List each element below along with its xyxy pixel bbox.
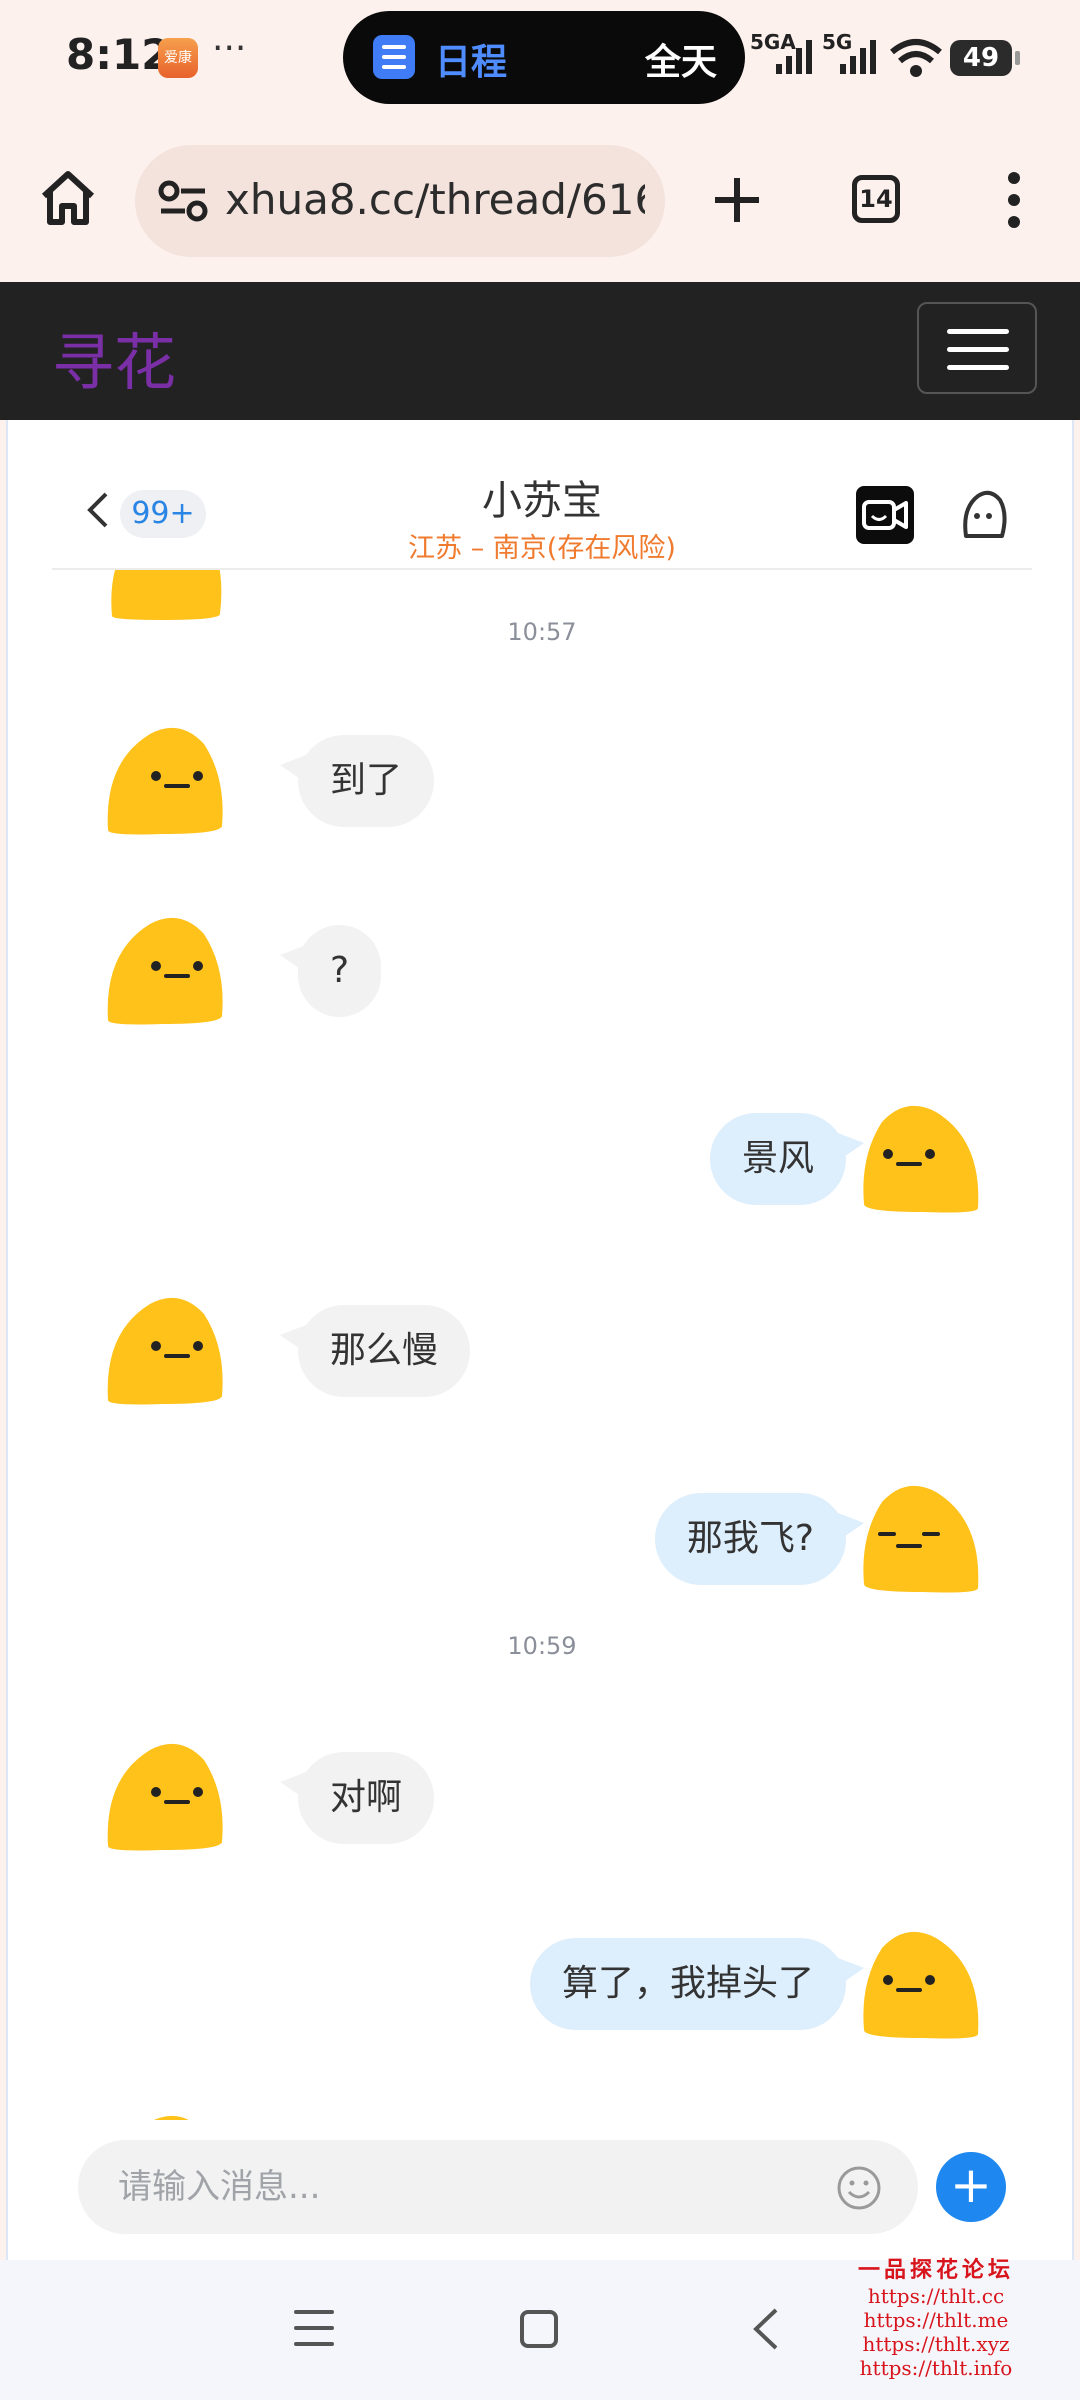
user-profile-icon[interactable]	[956, 486, 1010, 544]
home-icon[interactable]	[36, 166, 100, 230]
incoming-message-bubble[interactable]: 到了	[279, 735, 435, 827]
calendar-icon	[373, 35, 415, 79]
dynamic-island[interactable]: 日程 全天	[343, 11, 745, 104]
more-notifications-icon: ···	[212, 28, 247, 69]
watermark-url: https://thlt.xyz	[862, 2332, 1010, 2356]
outgoing-message-bubble[interactable]: 算了，我掉头了	[529, 1938, 865, 2030]
message-timestamp: 10:57	[507, 618, 577, 646]
wifi-icon	[890, 39, 942, 77]
video-call-icon[interactable]	[856, 486, 914, 544]
island-status: 全天	[644, 42, 717, 83]
signal-bars-icon	[776, 40, 816, 74]
recent-apps-icon[interactable]	[294, 2308, 334, 2348]
nav-home-icon[interactable]	[520, 2310, 558, 2348]
outgoing-message-bubble[interactable]: 景风	[709, 1113, 865, 1205]
incoming-message-bubble[interactable]: 对啊	[279, 1752, 435, 1844]
status-time: 8:12	[66, 30, 171, 79]
incoming-message-bubble[interactable]: ?	[279, 925, 382, 1017]
add-icon[interactable]: +	[936, 2152, 1006, 2222]
forum-watermark: 一品探花论坛 https://thlt.cc https://thlt.me h…	[856, 2252, 1016, 2380]
watermark-url: https://thlt.info	[859, 2356, 1013, 2380]
new-tab-icon[interactable]	[705, 168, 769, 232]
nav-back-icon[interactable]	[750, 2306, 782, 2352]
chat-header: 99+ 小苏宝 江苏 – 南京(存在风险)	[52, 420, 1032, 570]
emoji-icon[interactable]	[836, 2165, 882, 2211]
site-header: 寻花	[0, 282, 1080, 420]
site-logo[interactable]: 寻花	[52, 312, 176, 402]
browser-toolbar: xhua8.cc/thread/6168 14	[0, 120, 1080, 282]
my-avatar[interactable]	[860, 1100, 984, 1216]
status-bar: 8:12 爱康 ··· 日程 全天 5GA 5G 49	[0, 0, 1080, 120]
island-title: 日程	[435, 42, 508, 83]
my-avatar[interactable]	[860, 1480, 984, 1596]
signal-bars-icon	[840, 40, 880, 74]
url-text[interactable]: xhua8.cc/thread/6168	[225, 175, 645, 224]
contact-avatar[interactable]	[102, 912, 226, 1028]
chat-panel: 99+ 小苏宝 江苏 – 南京(存在风险) 10:57 到了 ? 景风 那么慢 …	[6, 420, 1074, 2260]
site-settings-icon[interactable]	[157, 179, 209, 223]
watermark-url: https://thlt.me	[863, 2308, 1009, 2332]
watermark-url: https://thlt.cc	[867, 2284, 1005, 2308]
address-bar[interactable]: xhua8.cc/thread/6168	[135, 145, 665, 257]
my-avatar[interactable]	[860, 1926, 984, 2042]
message-timestamp: 10:59	[507, 1632, 577, 1660]
hamburger-icon[interactable]	[917, 302, 1037, 394]
battery-indicator: 49	[950, 40, 1020, 76]
tabs-icon[interactable]: 14	[852, 175, 900, 223]
incoming-message-bubble[interactable]: 那么慢	[279, 1305, 471, 1397]
app-notification-icon: 爱康	[158, 38, 198, 78]
message-input[interactable]	[78, 2140, 918, 2234]
contact-avatar[interactable]	[102, 722, 226, 838]
watermark-title: 一品探花论坛	[857, 2257, 1014, 2283]
contact-avatar[interactable]	[102, 1292, 226, 1408]
outgoing-message-bubble[interactable]: 那我飞?	[654, 1493, 865, 1585]
message-composer: +	[8, 2120, 1072, 2260]
contact-avatar[interactable]	[102, 1738, 226, 1854]
more-vert-icon[interactable]	[994, 170, 1034, 230]
